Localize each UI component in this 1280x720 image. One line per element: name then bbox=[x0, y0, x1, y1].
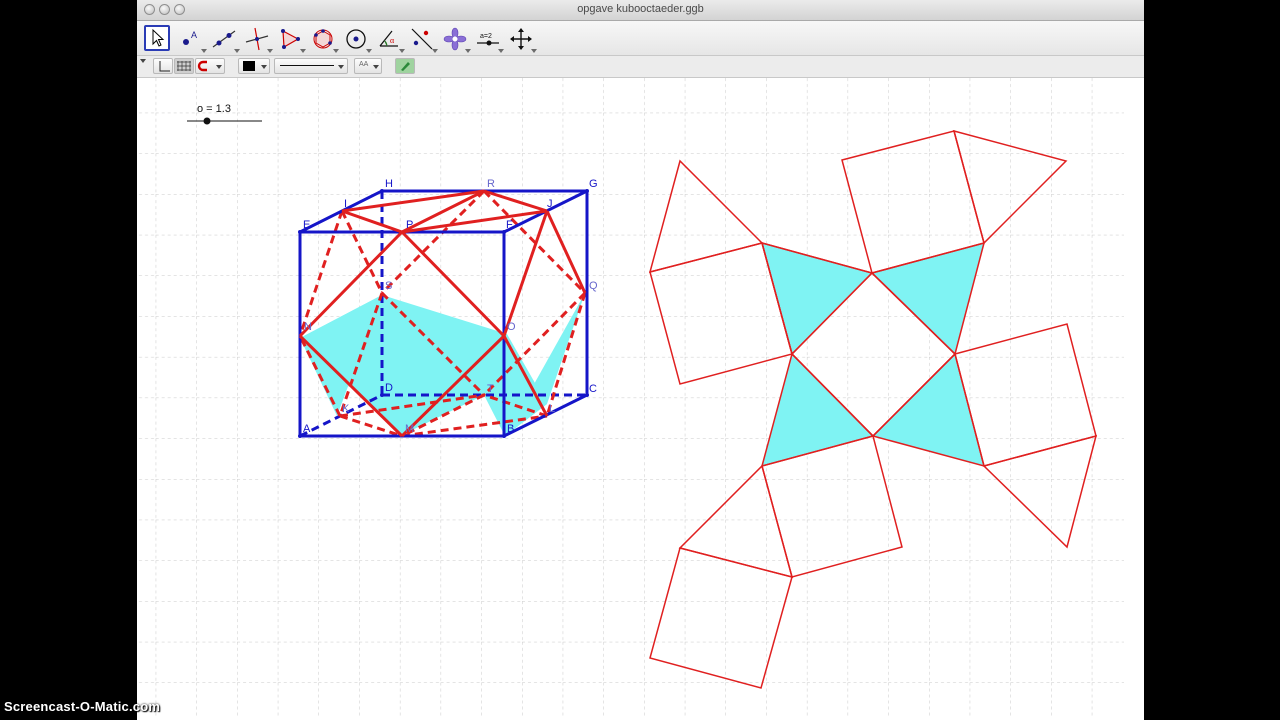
pen-tool-button[interactable] bbox=[395, 58, 415, 74]
label-A: A bbox=[303, 423, 311, 435]
axes-icon bbox=[159, 61, 170, 72]
label-H: H bbox=[385, 178, 393, 190]
graphics-view[interactable]: o = 1.3 E F G H A B C D I J P R Q O N M … bbox=[137, 78, 1144, 720]
style-bar: AA bbox=[137, 56, 1144, 78]
angle-tool-label: α bbox=[390, 36, 395, 45]
circle-tool-button[interactable] bbox=[342, 25, 372, 53]
slider-label: o = 1.3 bbox=[197, 103, 231, 115]
slider-tool-label: a=2 bbox=[480, 33, 492, 40]
label-K: K bbox=[342, 403, 350, 415]
angle-tool-button[interactable]: α bbox=[375, 25, 405, 53]
label-G: G bbox=[589, 178, 598, 190]
window-title: opgave kubooctaeder.ggb bbox=[577, 3, 704, 15]
reflect-tool-button[interactable] bbox=[408, 25, 438, 53]
geometry-canvas[interactable]: o = 1.3 E F G H A B C D I J P R Q O N M … bbox=[137, 78, 1144, 720]
transform-tool-button[interactable] bbox=[441, 25, 471, 53]
line-tool-button[interactable] bbox=[210, 25, 240, 53]
label-E: E bbox=[303, 219, 310, 231]
point-tool-label: A bbox=[191, 30, 197, 40]
polygon-tool-button[interactable] bbox=[276, 25, 306, 53]
label-S: S bbox=[385, 280, 392, 292]
line-style-button[interactable] bbox=[274, 58, 348, 74]
text-size-label: AA bbox=[359, 61, 369, 68]
magnet-icon bbox=[197, 60, 207, 72]
regular-polygon-tool-button[interactable] bbox=[309, 25, 339, 53]
slider-tool-button[interactable]: a=2 bbox=[474, 25, 504, 53]
main-toolbar: A α a=2 bbox=[137, 21, 1144, 56]
slider-knob[interactable] bbox=[203, 117, 211, 125]
toggle-axes-button[interactable] bbox=[153, 58, 173, 74]
perpendicular-line-tool-button[interactable] bbox=[243, 25, 273, 53]
geogebra-window: opgave kubooctaeder.ggb A α a=2 AA o = 1… bbox=[137, 0, 1144, 720]
title-bar: opgave kubooctaeder.ggb bbox=[137, 0, 1144, 21]
label-I: I bbox=[344, 198, 347, 210]
label-R: R bbox=[487, 178, 495, 190]
screencast-watermark: Screencast-O-Matic.com bbox=[4, 699, 161, 714]
color-picker-button[interactable] bbox=[238, 58, 270, 74]
point-capturing-button[interactable] bbox=[195, 58, 225, 74]
collapse-stylebar-icon[interactable] bbox=[140, 59, 146, 63]
label-D: D bbox=[385, 382, 393, 394]
text-size-button[interactable]: AA bbox=[354, 58, 382, 74]
move-tool-button[interactable] bbox=[144, 25, 170, 51]
move-graphics-tool-button[interactable] bbox=[507, 25, 537, 53]
label-C: C bbox=[589, 383, 597, 395]
label-Q: Q bbox=[589, 280, 598, 292]
grid bbox=[137, 78, 1124, 716]
label-M: M bbox=[405, 423, 414, 435]
line-style-preview bbox=[280, 65, 334, 66]
label-F: F bbox=[506, 219, 513, 231]
label-L: L bbox=[549, 403, 555, 415]
pen-icon bbox=[401, 62, 410, 71]
cursor-arrow-icon bbox=[152, 28, 165, 47]
label-T: T bbox=[487, 383, 494, 395]
label-O: O bbox=[507, 321, 516, 333]
label-P: P bbox=[406, 219, 413, 231]
label-B: B bbox=[507, 423, 514, 435]
toggle-grid-button[interactable] bbox=[174, 58, 194, 74]
label-N: N bbox=[304, 321, 312, 333]
label-J: J bbox=[547, 198, 553, 210]
point-tool-button[interactable]: A bbox=[177, 25, 207, 53]
grid-icon bbox=[177, 61, 191, 71]
color-swatch bbox=[243, 61, 255, 71]
